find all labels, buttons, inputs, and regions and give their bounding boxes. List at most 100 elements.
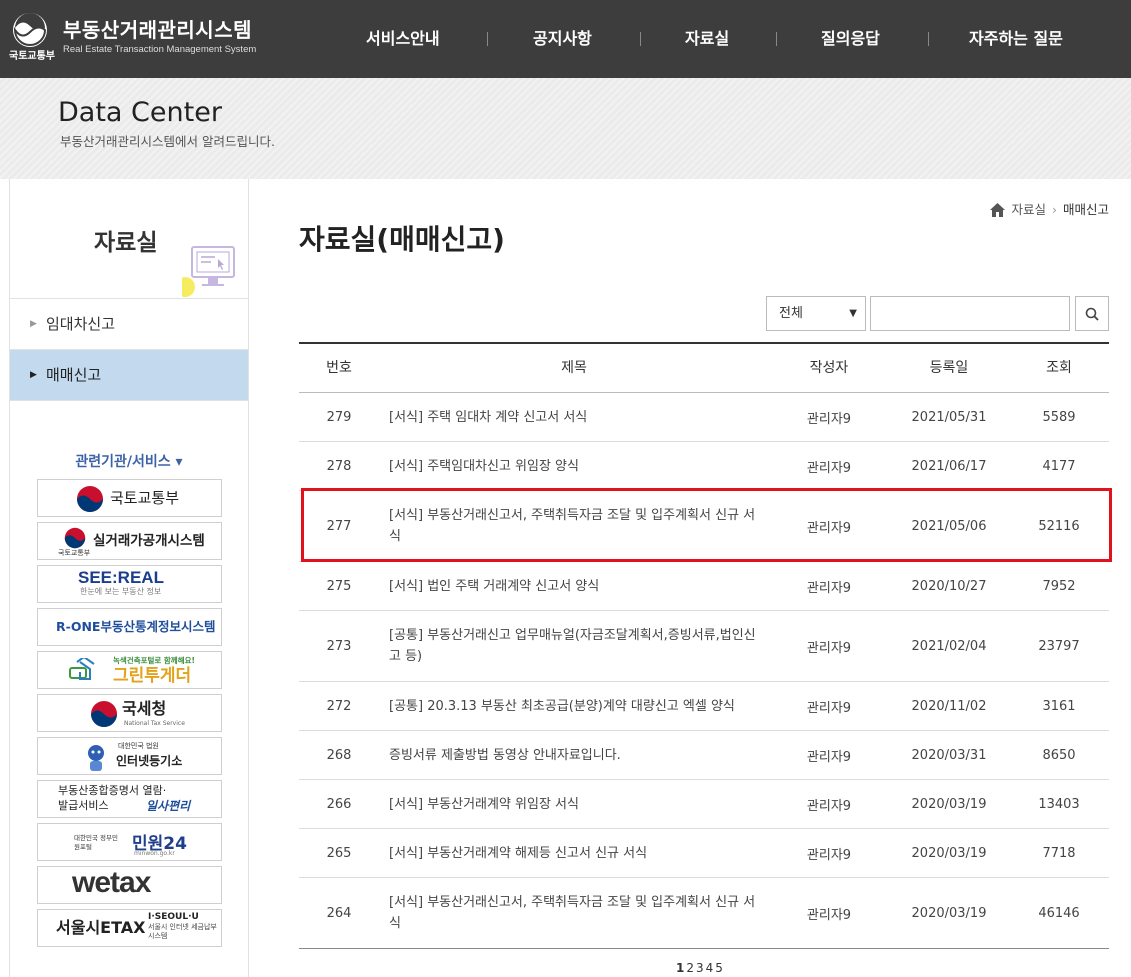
row-title[interactable]: [서식] 부동산거래신고서, 주택취득자금 조달 및 입주계획서 신규 서식	[389, 491, 759, 561]
table-row[interactable]: 273 [공통] 부동산거래신고 업무매뉴얼(자금조달계획서,증빙서류,법인신고 …	[299, 611, 1109, 682]
related-link-nts[interactable]: 국세청 National Tax Service	[37, 694, 222, 732]
table-row[interactable]: 268 증빙서류 제출방법 동영상 안내자료입니다. 관리자9 2020/03/31 8…	[299, 731, 1109, 780]
page-link[interactable]: 5	[715, 961, 723, 975]
related-link-internet-registry[interactable]: 대한민국 법원 인터넷등기소	[37, 737, 222, 775]
row-date: 2020/03/19	[911, 845, 987, 861]
row-number: 273	[326, 638, 352, 654]
nav-faq[interactable]: 자주하는 질문	[969, 0, 1063, 78]
row-title[interactable]: 증빙서류 제출방법 동영상 안내자료입니다.	[389, 731, 759, 779]
row-number: 265	[326, 845, 352, 861]
row-date: 2020/11/02	[911, 698, 987, 714]
government-emblem-icon[interactable]	[12, 12, 48, 48]
related-link-seoul-etax[interactable]: 서울시ETAX I·SEOUL·U 서울시 인터넷 세금납부 시스템	[37, 909, 222, 947]
nav-notices[interactable]: 공지사항	[533, 0, 592, 78]
row-title[interactable]: [공통] 20.3.13 부동산 최초공급(분양)계약 대량신고 엑셀 양식	[389, 682, 759, 730]
related-link-label: wetax	[72, 866, 151, 899]
row-views: 46146	[1038, 905, 1080, 921]
breadcrumb-item[interactable]: 자료실	[1011, 202, 1046, 217]
page-link[interactable]: 3	[696, 961, 704, 975]
row-title[interactable]: [서식] 부동산거래계약 위임장 서식	[389, 780, 759, 828]
sidebar-item-lease-report[interactable]: ▶ 임대차신고	[10, 299, 248, 350]
table-row[interactable]: 279 [서식] 주택 임대차 계약 신고서 서식 관리자9 2021/05/31 55…	[299, 393, 1109, 442]
minwon-gov-label: 대한민국 정부민원포털	[74, 834, 118, 851]
row-number: 278	[326, 458, 352, 474]
related-link-label: 서울시ETAX	[56, 918, 146, 937]
page-banner: Data Center 부동산거래관리시스템에서 알려드립니다.	[0, 78, 1131, 179]
row-title[interactable]: [공통] 부동산거래신고 업무매뉴얼(자금조달계획서,증빙서류,법인신고 등)	[389, 611, 759, 681]
related-link-r-one[interactable]: R-ONE부동산통계정보시스템	[37, 608, 222, 646]
related-link-label: 국토교통부	[110, 489, 180, 507]
banner-description: 부동산거래관리시스템에서 알려드립니다.	[60, 134, 275, 149]
ministry-label: 국토교통부	[9, 51, 55, 62]
related-link-see-real[interactable]: SEE:REAL 한눈에 보는 부동산 정보	[37, 565, 222, 603]
row-number: 275	[326, 578, 352, 594]
search-input[interactable]	[870, 296, 1070, 331]
home-icon[interactable]	[990, 203, 1006, 217]
row-title[interactable]: [서식] 주택 임대차 계약 신고서 서식	[389, 393, 759, 441]
monitor-illustration-icon	[182, 246, 235, 297]
related-services-title[interactable]: 관련기관/서비스 ▾	[10, 451, 248, 471]
search-button[interactable]	[1075, 296, 1109, 331]
seoul-brand: I·SEOUL·U	[148, 912, 199, 922]
row-author: 관리자9	[806, 580, 852, 596]
related-link-label: 실거래가공개시스템	[93, 533, 205, 549]
related-link-label: 그린투게더	[113, 666, 192, 686]
table-row[interactable]: 277 [서식] 부동산거래신고서, 주택취득자금 조달 및 입주계획서 신규 서…	[299, 491, 1109, 562]
row-number: 279	[326, 409, 352, 425]
related-link-green-together[interactable]: 녹색건축포털로 함께해요! 그린투게더	[37, 651, 222, 689]
table-row[interactable]: 265 [서식] 부동산거래계약 해제등 신고서 신규 서식 관리자9 2020/03…	[299, 829, 1109, 878]
row-date: 2020/10/27	[911, 578, 987, 594]
nav-service-info[interactable]: 서비스안내	[366, 0, 440, 78]
row-views: 5589	[1042, 409, 1076, 425]
related-link-minwon24[interactable]: 대한민국 정부민원포털 민원24 minwon.go.kr	[37, 823, 222, 861]
table-row[interactable]: 264 [서식] 부동산거래신고서, 주택취득자금 조달 및 입주계획서 신규 서…	[299, 878, 1109, 949]
taegeuk-emblem-icon	[91, 701, 117, 727]
table-header: 번호 제목 작성자 등록일 조회	[299, 342, 1109, 393]
related-link-label: 인터넷등기소	[116, 754, 183, 768]
related-link-wetax[interactable]: wetax	[37, 866, 222, 904]
related-link-real-price[interactable]: 국토교통부 실거래가공개시스템	[37, 522, 222, 560]
table-row[interactable]: 272 [공통] 20.3.13 부동산 최초공급(분양)계약 대량신고 엑셀 양…	[299, 682, 1109, 731]
row-author: 관리자9	[806, 700, 852, 716]
row-date: 2021/05/31	[911, 409, 987, 425]
search-category-select[interactable]: 전체 ▼	[766, 296, 866, 331]
table-row[interactable]: 275 [서식] 법인 주택 거래계약 신고서 양식 관리자9 2020/10/27 7…	[299, 562, 1109, 611]
row-views: 13403	[1038, 796, 1080, 812]
row-views: 7952	[1042, 578, 1076, 594]
table-row[interactable]: 266 [서식] 부동산거래계약 위임장 서식 관리자9 2020/03/19 1340…	[299, 780, 1109, 829]
table-row[interactable]: 278 [서식] 주택임대차신고 위임장 양식 관리자9 2021/06/17 4177	[299, 442, 1109, 491]
related-link-molit[interactable]: 국토교통부	[37, 479, 222, 517]
system-subtitle: Real Estate Transaction Management Syste…	[63, 44, 257, 55]
row-number: 266	[326, 796, 352, 812]
banner-title: Data Center	[58, 97, 222, 128]
breadcrumb-current: 매매신고	[1062, 202, 1109, 217]
row-author: 관리자9	[806, 411, 852, 427]
page-link[interactable]: 1	[676, 961, 684, 975]
row-date: 2021/06/17	[911, 458, 987, 474]
page-link[interactable]: 2	[686, 961, 694, 975]
row-views: 7718	[1042, 845, 1076, 861]
page-link[interactable]: 4	[706, 961, 714, 975]
nav-divider	[487, 32, 488, 46]
row-number: 272	[326, 698, 352, 714]
chevron-down-icon: ▼	[849, 308, 857, 319]
molit-small-label: 국토교통부	[58, 549, 91, 557]
related-link-integrated-certificate[interactable]: 부동산종합증명서 열람·발급서비스 일사편리	[37, 780, 222, 818]
house-chat-icon	[69, 658, 95, 680]
column-header-author: 작성자	[809, 360, 849, 376]
column-header-date: 등록일	[929, 360, 969, 376]
row-title[interactable]: [서식] 주택임대차신고 위임장 양식	[389, 442, 759, 490]
sidebar-item-sale-report[interactable]: ▶ 매매신고	[10, 350, 248, 401]
system-title[interactable]: 부동산거래관리시스템	[63, 14, 252, 43]
row-title[interactable]: [서식] 부동산거래계약 해제등 신고서 신규 서식	[389, 829, 759, 877]
nav-data-center[interactable]: 자료실	[685, 0, 729, 78]
taegeuk-emblem-icon	[77, 486, 103, 512]
row-title[interactable]: [서식] 부동산거래신고서, 주택취득자금 조달 및 입주계획서 신규 서식	[389, 878, 759, 948]
sidebar-item-label: 매매신고	[46, 366, 102, 384]
row-views: 4177	[1042, 458, 1076, 474]
nav-qna[interactable]: 질의응답	[821, 0, 880, 78]
page-title: 자료실(매매신고)	[299, 223, 505, 256]
row-title[interactable]: [서식] 법인 주택 거래계약 신고서 양식	[389, 562, 759, 610]
row-date: 2020/03/19	[911, 796, 987, 812]
row-author: 관리자9	[806, 460, 852, 476]
